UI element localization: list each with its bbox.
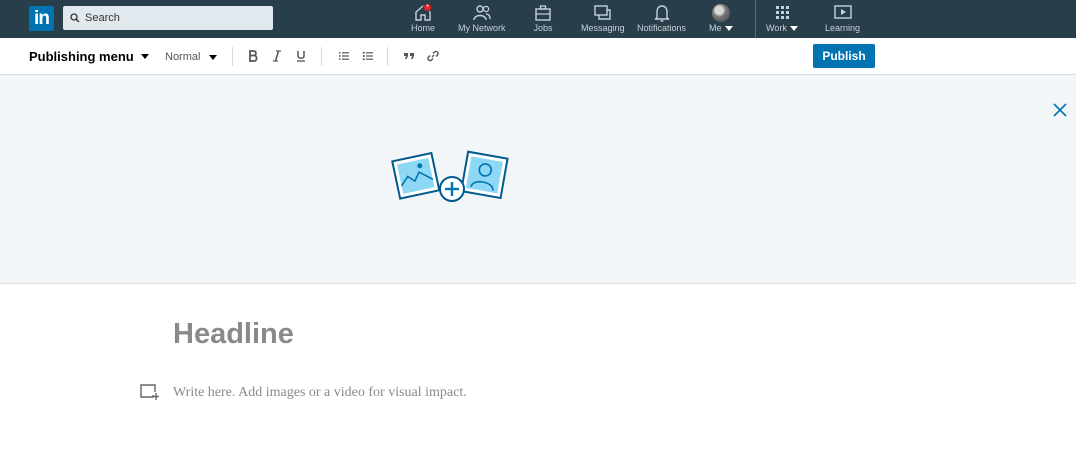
- publishing-menu[interactable]: Publishing menu: [29, 49, 149, 64]
- toolbar-divider: [387, 47, 388, 66]
- search-input[interactable]: Search: [63, 6, 273, 30]
- nav-work-label: Work: [766, 23, 787, 33]
- chevron-down-icon: [724, 26, 733, 32]
- quote-icon: [404, 53, 414, 59]
- nav-my-network-label: My Network: [458, 23, 506, 33]
- nav-jobs[interactable]: Jobs: [533, 4, 553, 36]
- cover-image-area[interactable]: [0, 75, 1076, 284]
- close-icon[interactable]: [1052, 102, 1068, 118]
- text-style-select[interactable]: Normal: [165, 51, 218, 63]
- quote-button[interactable]: [401, 48, 417, 64]
- nav-jobs-label: Jobs: [533, 23, 553, 33]
- play-icon: [833, 5, 852, 19]
- avatar: [711, 4, 730, 22]
- nav-messaging-label: Messaging: [581, 23, 625, 33]
- nav-me[interactable]: Me: [709, 4, 733, 36]
- link-button[interactable]: [425, 48, 441, 64]
- link-icon: [427, 50, 439, 62]
- top-nav: in Search • Home My Network Jobs Messagi…: [0, 0, 1076, 38]
- notification-badge: •: [423, 3, 432, 12]
- search-icon: [70, 13, 80, 23]
- underline-button[interactable]: [293, 48, 309, 64]
- add-media-icon[interactable]: [139, 383, 159, 401]
- search-placeholder: Search: [85, 12, 120, 24]
- messaging-icon: [594, 5, 611, 20]
- numbered-list-icon: [339, 52, 349, 60]
- nav-notifications-label: Notifications: [637, 23, 687, 33]
- article-body-input[interactable]: Write here. Add images or a video for vi…: [173, 385, 467, 401]
- publishing-menu-label: Publishing menu: [29, 49, 134, 64]
- nav-notifications[interactable]: Notifications: [637, 4, 686, 36]
- linkedin-logo[interactable]: in: [29, 6, 54, 31]
- toolbar-divider: [232, 47, 233, 66]
- headline-input[interactable]: Headline: [173, 318, 294, 351]
- nav-me-label: Me: [709, 23, 722, 33]
- underline-icon: [297, 51, 305, 62]
- nav-home[interactable]: • Home: [411, 3, 436, 36]
- nav-my-network[interactable]: My Network: [458, 4, 506, 36]
- bold-button[interactable]: [245, 48, 261, 64]
- toolbar-divider: [321, 47, 322, 66]
- nav-divider: [755, 0, 756, 38]
- text-style-label: Normal: [165, 51, 201, 63]
- add-cover-image-icon[interactable]: [390, 147, 514, 209]
- bell-icon: [654, 5, 669, 22]
- briefcase-icon: [535, 5, 551, 21]
- network-icon: [473, 5, 491, 21]
- editor-toolbar: Publishing menu Normal Publish: [0, 38, 1076, 75]
- nav-messaging[interactable]: Messaging: [581, 4, 625, 36]
- chevron-down-icon: [789, 26, 798, 32]
- bulleted-list-button[interactable]: [360, 48, 376, 64]
- chevron-down-icon: [140, 54, 149, 59]
- publish-button[interactable]: Publish: [813, 44, 875, 68]
- italic-button[interactable]: [269, 48, 285, 64]
- nav-home-label: Home: [411, 23, 436, 33]
- nav-learning[interactable]: Learning: [825, 4, 860, 36]
- bulleted-list-icon: [362, 51, 373, 61]
- grid-icon: [775, 6, 789, 19]
- italic-icon: [273, 50, 281, 62]
- chevron-down-icon: [209, 54, 218, 60]
- nav-learning-label: Learning: [825, 23, 861, 33]
- numbered-list-button[interactable]: [336, 48, 352, 64]
- bold-icon: [249, 50, 258, 62]
- nav-work[interactable]: Work: [766, 4, 798, 36]
